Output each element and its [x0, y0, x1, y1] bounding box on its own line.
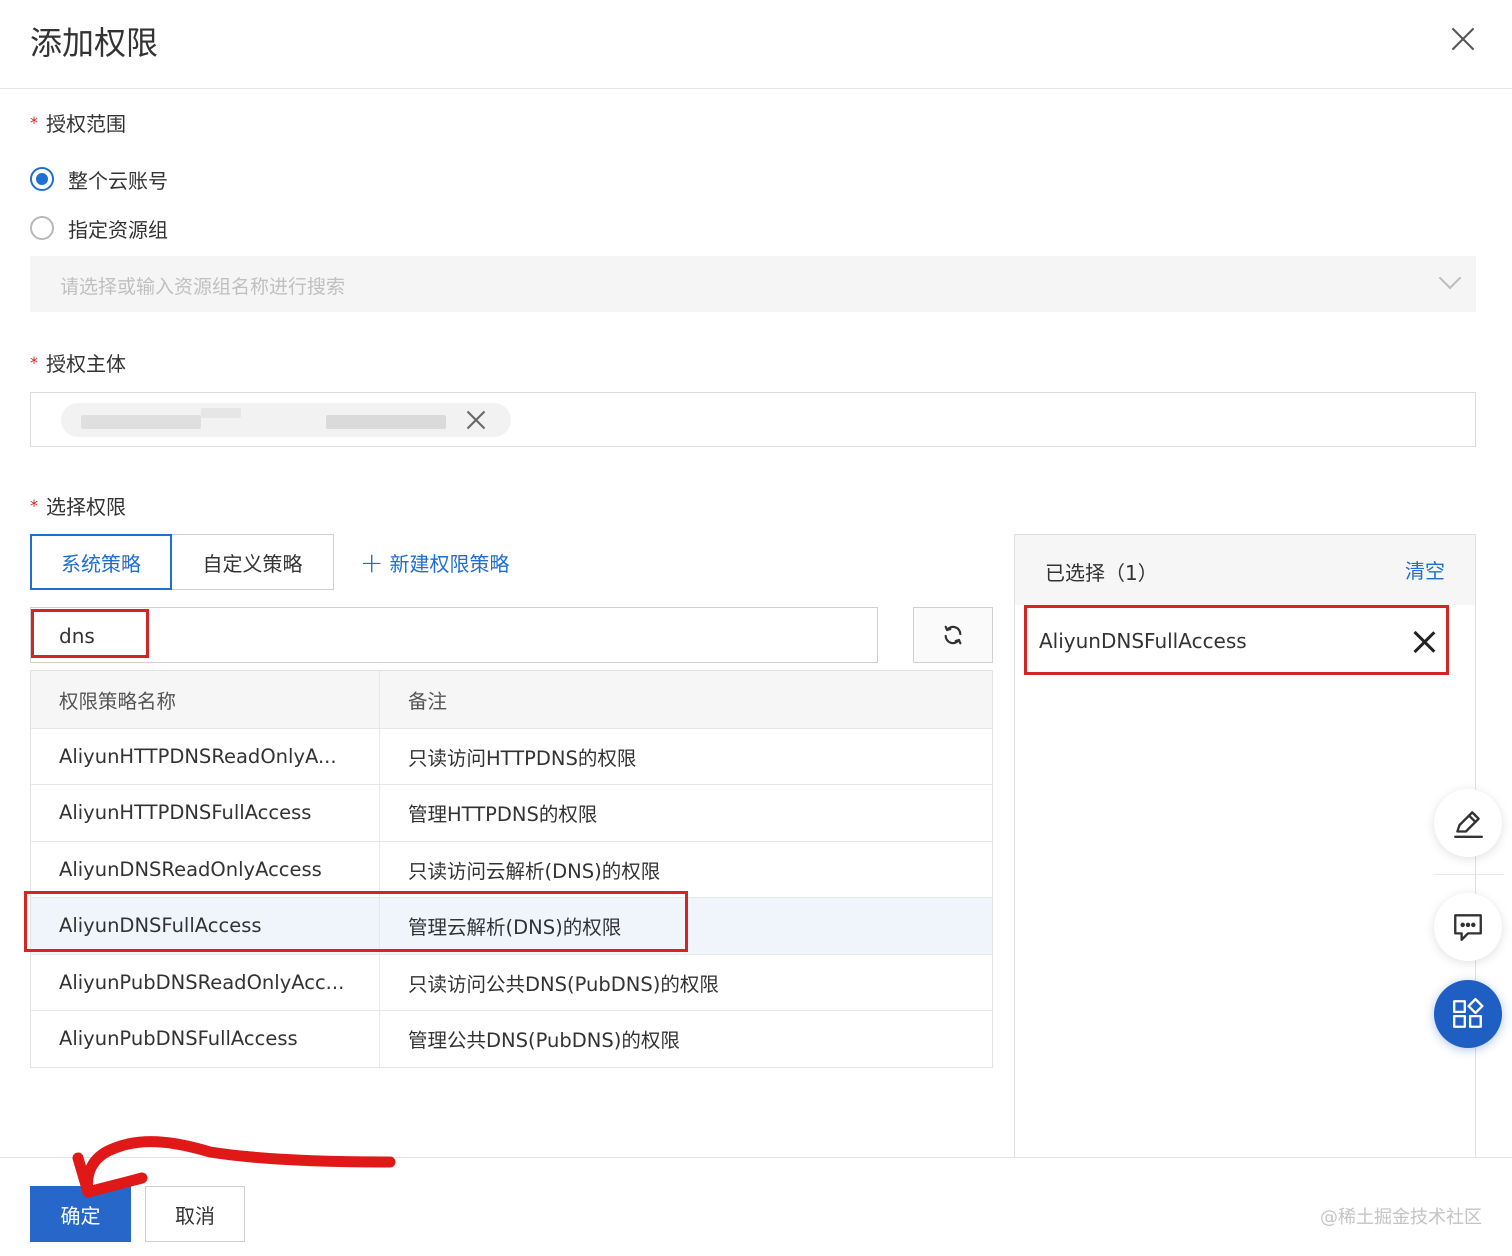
policy-note: 管理HTTPDNS的权限 [408, 803, 598, 827]
apps-fab-button[interactable] [1434, 980, 1502, 1048]
remove-tag-icon[interactable] [466, 410, 486, 430]
redacted-text [81, 415, 201, 429]
fab-divider [1434, 874, 1504, 875]
permissions-label: * 选择权限 [30, 491, 126, 520]
policy-name: AliyunHTTPDNSFullAccess [31, 785, 380, 841]
clear-all-link[interactable]: 清空 [1405, 555, 1445, 584]
principal-label-text: 授权主体 [46, 352, 126, 376]
chevron-down-icon [1438, 266, 1462, 290]
tab-custom-policy[interactable]: 自定义策略 [172, 534, 334, 590]
required-mark: * [30, 353, 38, 372]
tab-system-policy[interactable]: 系统策略 [30, 534, 172, 590]
radio-whole-account-label: 整个云账号 [68, 168, 168, 193]
required-mark: * [30, 113, 38, 132]
table-row[interactable]: AliyunDNSReadOnlyAccess 只读访问云解析(DNS)的权限 [31, 840, 992, 897]
column-header-note: 备注 [408, 689, 448, 713]
policy-note: 只读访问云解析(DNS)的权限 [408, 859, 661, 883]
plus-icon: + [360, 545, 384, 579]
policy-name: AliyunDNSReadOnlyAccess [31, 841, 380, 897]
policy-name: AliyunHTTPDNSReadOnlyA... [31, 728, 380, 784]
required-mark: * [30, 496, 38, 515]
scope-label: * 授权范围 [30, 108, 126, 137]
policy-search-input[interactable]: dns [30, 607, 878, 663]
table-row[interactable]: AliyunHTTPDNSReadOnlyA... 只读访问HTTPDNS的权限 [31, 727, 992, 784]
principal-tag [61, 403, 511, 437]
policy-name: AliyunPubDNSReadOnlyAcc... [31, 954, 380, 1010]
annotation-highlight-selected [1024, 605, 1449, 675]
selected-panel-header: 已选择（1） 清空 [1015, 535, 1475, 605]
radio-unchecked-icon[interactable] [30, 216, 54, 240]
feedback-icon [1454, 914, 1482, 941]
apps-icon [1453, 997, 1484, 1028]
table-row[interactable]: AliyunPubDNSReadOnlyAcc... 只读访问公共DNS(Pub… [31, 953, 992, 1010]
refresh-icon [944, 625, 962, 645]
new-policy-link[interactable]: + 新建权限策略 [360, 548, 509, 577]
redacted-text [201, 408, 241, 418]
dialog-title: 添加权限 [30, 24, 159, 62]
table-row[interactable]: AliyunHTTPDNSFullAccess 管理HTTPDNS的权限 [31, 784, 992, 841]
resource-group-select[interactable]: 请选择或输入资源组名称进行搜索 [30, 256, 1476, 312]
radio-whole-account[interactable]: 整个云账号 [30, 165, 168, 193]
scope-label-text: 授权范围 [46, 112, 126, 136]
annotation-highlight-search [31, 609, 149, 658]
selected-count-title: 已选择（1） [1045, 561, 1158, 585]
annotation-arrow [72, 1136, 396, 1198]
refresh-button[interactable] [913, 607, 993, 663]
resource-group-placeholder: 请选择或输入资源组名称进行搜索 [60, 276, 346, 298]
policy-table: 权限策略名称 备注 AliyunHTTPDNSReadOnlyA... 只读访问… [30, 670, 993, 1068]
column-header-name: 权限策略名称 [31, 671, 380, 728]
policy-name: AliyunPubDNSFullAccess [31, 1011, 380, 1067]
principal-label: * 授权主体 [30, 348, 126, 377]
new-policy-label: 新建权限策略 [389, 552, 510, 576]
header-divider [0, 88, 1512, 89]
policy-note: 管理公共DNS(PubDNS)的权限 [408, 1029, 680, 1053]
table-row[interactable]: AliyunPubDNSFullAccess 管理公共DNS(PubDNS)的权… [31, 1010, 992, 1067]
redacted-text [326, 415, 446, 429]
permissions-label-text: 选择权限 [46, 495, 126, 519]
edit-icon [1454, 811, 1483, 838]
table-header-row: 权限策略名称 备注 [31, 671, 992, 728]
radio-resource-group[interactable]: 指定资源组 [30, 214, 168, 242]
policy-note: 只读访问公共DNS(PubDNS)的权限 [408, 972, 719, 996]
watermark: @稀土掘金技术社区 [1320, 1207, 1482, 1228]
principal-input[interactable] [30, 392, 1476, 447]
edit-fab-button[interactable] [1434, 789, 1502, 857]
radio-checked-icon[interactable] [30, 167, 54, 191]
feedback-fab-button[interactable] [1434, 893, 1502, 961]
radio-resource-group-label: 指定资源组 [68, 217, 168, 242]
policy-note: 只读访问HTTPDNS的权限 [408, 746, 637, 770]
close-icon[interactable] [1450, 26, 1476, 52]
annotation-highlight-row [24, 891, 688, 952]
